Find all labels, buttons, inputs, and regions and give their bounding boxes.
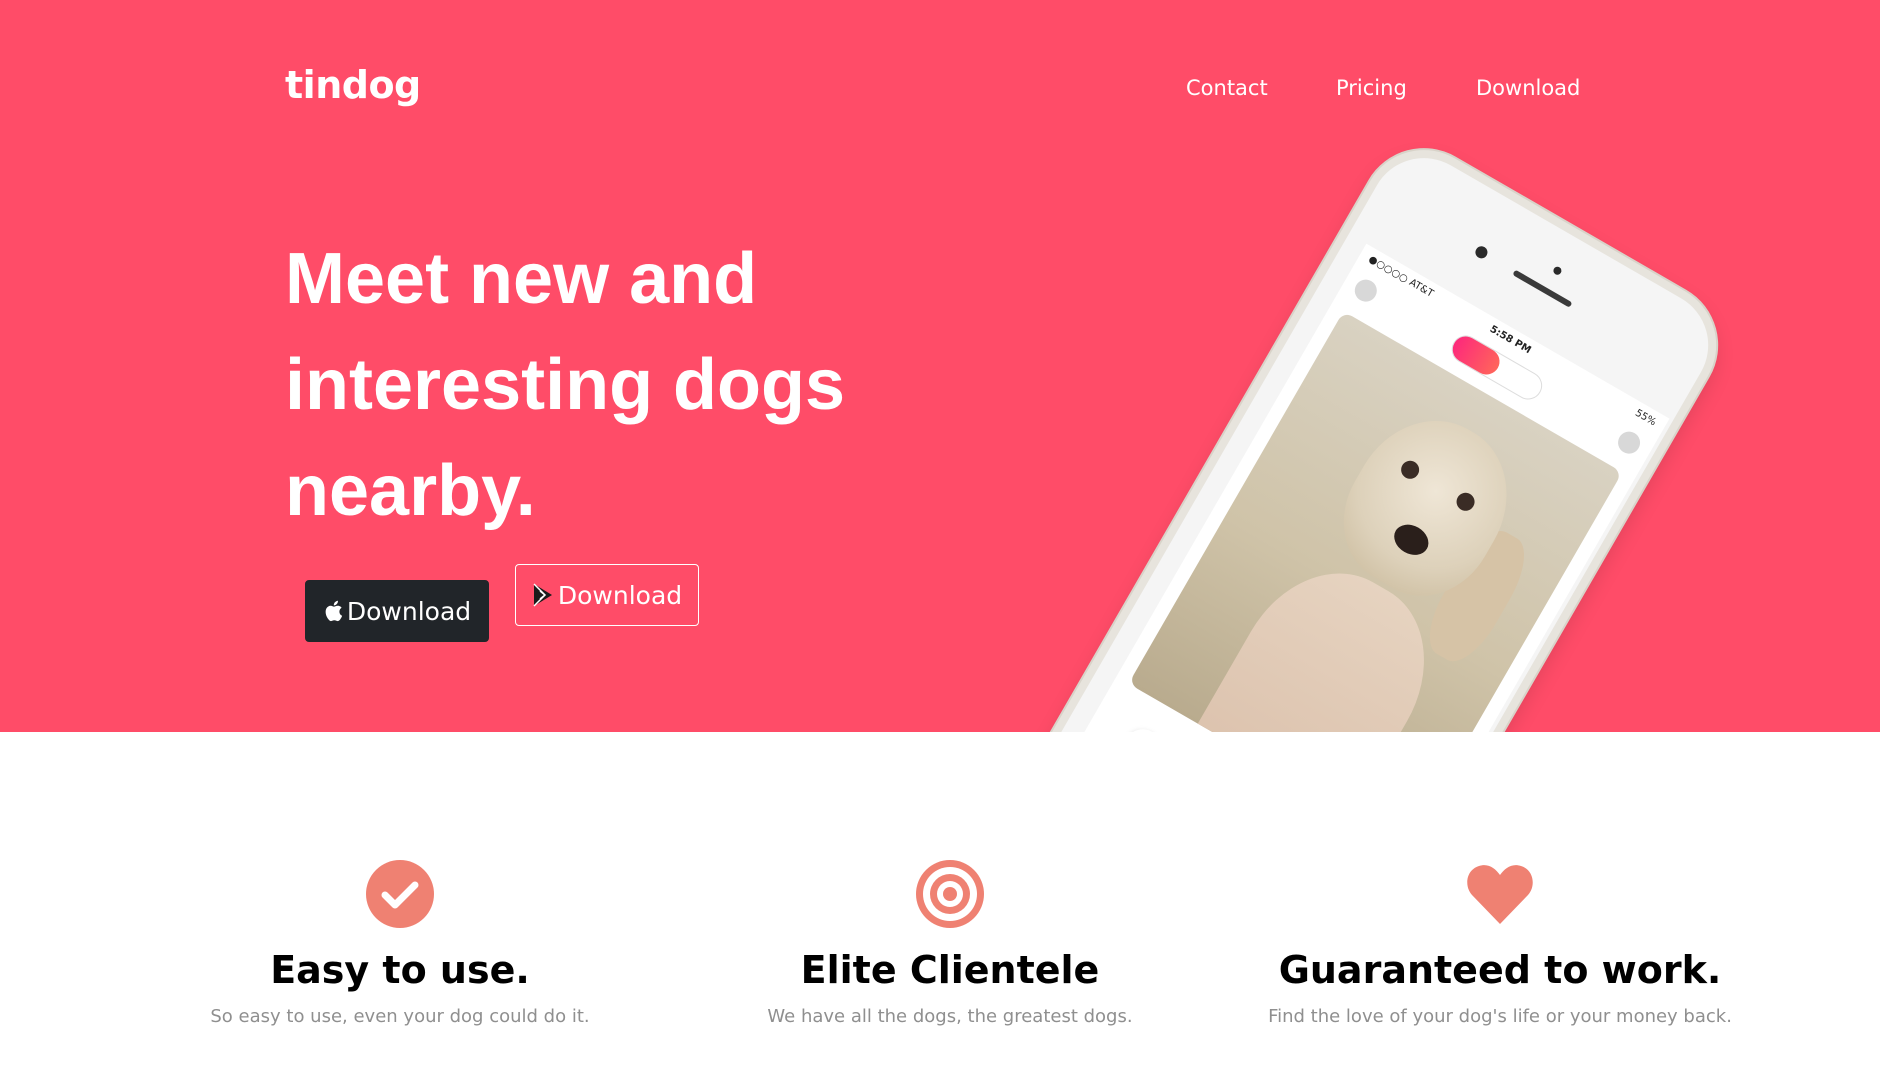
play-store-icon: [532, 583, 554, 607]
nav-link-contact[interactable]: Contact: [1186, 78, 1268, 99]
profile-icon: [1350, 275, 1381, 306]
nav-link-download[interactable]: Download: [1476, 78, 1580, 99]
phone-speaker: [1512, 269, 1573, 308]
google-play-download-button[interactable]: Download: [515, 564, 699, 626]
feature-title: Elite Clientele: [800, 948, 1100, 992]
feature-guaranteed: Guaranteed to work. Find the love of you…: [1220, 860, 1780, 1028]
feature-description: So easy to use, even your dog could do i…: [210, 1006, 590, 1027]
hero-section: tindog Contact Pricing Download Meet new…: [0, 0, 1880, 732]
heart-icon: [1467, 865, 1533, 924]
rewind-icon: ↺: [1118, 722, 1168, 732]
phone-frame: ●○○○○ AT&T 5:58 PM 55% ↺: [991, 127, 1739, 732]
google-play-download-label: Download: [557, 580, 683, 610]
flame-icon: [1447, 331, 1505, 380]
feature-description: Find the love of your dog's life or your…: [1268, 1006, 1732, 1027]
apple-icon: [323, 599, 343, 623]
feature-easy-to-use: Easy to use. So easy to use, even your d…: [120, 860, 680, 1028]
bullseye-icon: [916, 860, 984, 928]
nav-link-pricing[interactable]: Pricing: [1336, 78, 1407, 99]
hero-headline: Meet new and interesting dogs nearby.: [285, 239, 846, 531]
dog-photo-card: [1128, 311, 1623, 732]
apple-download-label: Download: [346, 596, 472, 626]
chat-icon: [1614, 427, 1645, 458]
brand-logo[interactable]: tindog: [285, 66, 421, 104]
status-battery: 55%: [1633, 407, 1658, 429]
feature-title: Guaranteed to work.: [1278, 948, 1722, 992]
feature-elite-clientele: Elite Clientele We have all the dogs, th…: [670, 860, 1230, 1028]
phone-screen: ●○○○○ AT&T 5:58 PM 55% ↺: [1066, 243, 1670, 732]
feature-description: We have all the dogs, the greatest dogs.: [767, 1006, 1133, 1027]
phone-camera: [1473, 244, 1490, 261]
phone-sensor: [1551, 265, 1563, 277]
phone-mockup: ●○○○○ AT&T 5:58 PM 55% ↺: [991, 127, 1739, 732]
apple-download-button[interactable]: Download: [305, 580, 489, 642]
status-carrier: ●○○○○ AT&T: [1366, 253, 1436, 300]
features-section: Easy to use. So easy to use, even your d…: [0, 732, 1880, 1079]
feature-title: Easy to use.: [270, 948, 530, 992]
check-circle-icon: [366, 860, 434, 928]
